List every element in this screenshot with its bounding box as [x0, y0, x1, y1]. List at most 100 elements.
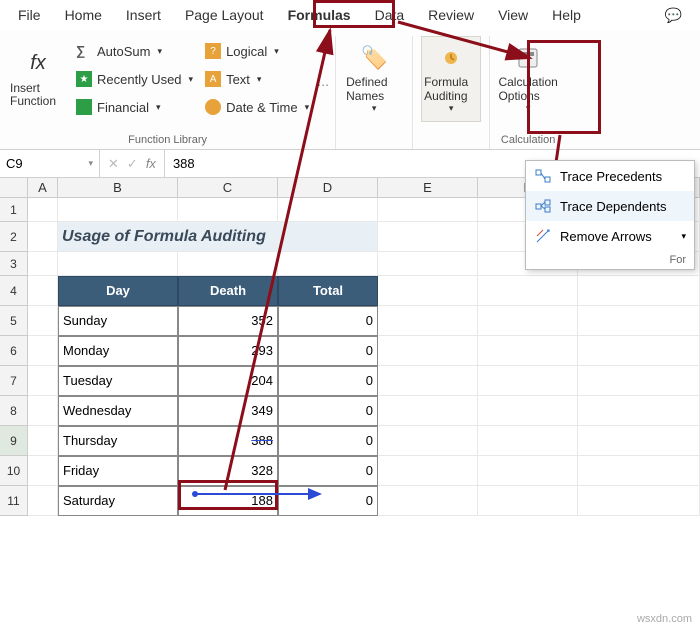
chevron-down-icon: ▾	[157, 46, 162, 57]
chevron-down-icon: ▾	[681, 231, 686, 242]
chevron-down-icon: ▾	[189, 74, 194, 85]
cell-c6[interactable]: 293	[178, 336, 278, 366]
text-icon: A	[205, 71, 221, 87]
group-label-calculation: Calculation	[501, 134, 555, 149]
cell-c9[interactable]: 388	[178, 426, 278, 456]
group-label-function-library: Function Library	[128, 134, 207, 149]
chevron-down-icon: ▾	[305, 102, 310, 113]
chevron-down-icon: ▾	[372, 103, 377, 114]
defined-names-button[interactable]: 🏷️ Defined Names ▾	[344, 36, 404, 122]
select-all-corner[interactable]	[0, 178, 28, 197]
title-cell[interactable]: Usage of Formula Auditing	[58, 222, 378, 252]
logical-icon: ?	[205, 43, 221, 59]
cell-d11[interactable]: 0	[278, 486, 378, 516]
cell-c8[interactable]: 349	[178, 396, 278, 426]
cell-b8[interactable]: Wednesday	[58, 396, 178, 426]
col-header-d[interactable]: D	[278, 178, 378, 197]
row-header-1[interactable]: 1	[0, 198, 28, 222]
formula-auditing-button[interactable]: Formula Auditing ▾	[421, 36, 481, 122]
tab-insert[interactable]: Insert	[114, 2, 173, 28]
row-header-2[interactable]: 2	[0, 222, 28, 252]
col-header-c[interactable]: C	[178, 178, 278, 197]
cell-d5[interactable]: 0	[278, 306, 378, 336]
row-header-9[interactable]: 9	[0, 426, 28, 456]
tab-home[interactable]: Home	[53, 2, 114, 28]
trace-dependents-item[interactable]: Trace Dependents	[526, 191, 694, 221]
row-header-10[interactable]: 10	[0, 456, 28, 486]
cell-c11[interactable]: 188	[178, 486, 278, 516]
header-total[interactable]: Total	[278, 276, 378, 306]
cell-b9[interactable]: Thursday	[58, 426, 178, 456]
col-header-e[interactable]: E	[378, 178, 478, 197]
trace-precedents-item[interactable]: Trace Precedents	[526, 161, 694, 191]
financial-icon	[76, 99, 92, 115]
financial-button[interactable]: Financial▾	[72, 94, 197, 120]
chevron-down-icon: ▾	[526, 103, 531, 114]
row-header-5[interactable]: 5	[0, 306, 28, 336]
row-header-7[interactable]: 7	[0, 366, 28, 396]
comments-icon[interactable]: 💬	[653, 2, 694, 29]
calc-icon	[514, 44, 542, 72]
auditing-icon	[437, 44, 465, 72]
cell-b6[interactable]: Monday	[58, 336, 178, 366]
cell-b11[interactable]: Saturday	[58, 486, 178, 516]
dependents-icon	[534, 197, 552, 215]
cell-c7[interactable]: 204	[178, 366, 278, 396]
more-icon[interactable]: ⋯	[317, 78, 327, 92]
chevron-down-icon: ▾	[257, 74, 262, 85]
tab-view[interactable]: View	[486, 2, 540, 28]
chevron-down-icon: ▾	[449, 103, 454, 114]
tab-review[interactable]: Review	[416, 2, 486, 28]
cell-d7[interactable]: 0	[278, 366, 378, 396]
tab-formulas[interactable]: Formulas	[276, 2, 363, 28]
chevron-down-icon: ▾	[274, 46, 279, 57]
chevron-down-icon: ▾	[156, 102, 161, 113]
clock-icon	[205, 99, 221, 115]
cell-b7[interactable]: Tuesday	[58, 366, 178, 396]
text-button[interactable]: A Text▾	[201, 66, 313, 92]
col-header-a[interactable]: A	[28, 178, 58, 197]
autosum-button[interactable]: ∑ AutoSum▾	[72, 38, 197, 64]
fx-icon: fx	[24, 50, 52, 78]
row-header-3[interactable]: 3	[0, 252, 28, 276]
star-icon: ★	[76, 71, 92, 87]
cell-b5[interactable]: Sunday	[58, 306, 178, 336]
precedents-icon	[534, 167, 552, 185]
cell-c10[interactable]: 328	[178, 456, 278, 486]
row-header-8[interactable]: 8	[0, 396, 28, 426]
calculation-options-button[interactable]: Calculation Options ▾	[498, 36, 558, 122]
date-time-button[interactable]: Date & Time▾	[201, 94, 313, 120]
cancel-icon[interactable]: ✕	[108, 156, 119, 172]
insert-function-button[interactable]: fx Insert Function	[8, 36, 68, 122]
row-header-11[interactable]: 11	[0, 486, 28, 516]
chevron-down-icon: ▾	[88, 158, 93, 169]
cell-d10[interactable]: 0	[278, 456, 378, 486]
enter-icon[interactable]: ✓	[127, 156, 138, 172]
logical-button[interactable]: ? Logical▾	[201, 38, 313, 64]
recently-used-button[interactable]: ★ Recently Used▾	[72, 66, 197, 92]
name-box[interactable]: C9 ▾	[0, 150, 100, 177]
cell-d9[interactable]: 0	[278, 426, 378, 456]
sigma-icon: ∑	[76, 43, 92, 59]
cell-c5[interactable]: 352	[178, 306, 278, 336]
cell-d8[interactable]: 0	[278, 396, 378, 426]
tab-help[interactable]: Help	[540, 2, 593, 28]
row-header-6[interactable]: 6	[0, 336, 28, 366]
remove-arrows-icon	[534, 227, 552, 245]
cell-b10[interactable]: Friday	[58, 456, 178, 486]
header-day[interactable]: Day	[58, 276, 178, 306]
fx-icon[interactable]: fx	[146, 156, 156, 171]
formula-auditing-menu: Trace Precedents Trace Dependents Remove…	[525, 160, 695, 270]
header-death[interactable]: Death	[178, 276, 278, 306]
tab-page-layout[interactable]: Page Layout	[173, 2, 276, 28]
remove-arrows-item[interactable]: Remove Arrows ▾	[526, 221, 694, 251]
row-header-4[interactable]: 4	[0, 276, 28, 306]
col-header-b[interactable]: B	[58, 178, 178, 197]
tab-file[interactable]: File	[6, 2, 53, 28]
dropdown-footer: For	[526, 251, 694, 269]
tab-data[interactable]: Data	[363, 2, 417, 28]
watermark: wsxdn.com	[637, 613, 692, 625]
cell-d6[interactable]: 0	[278, 336, 378, 366]
tag-icon: 🏷️	[360, 44, 388, 72]
ribbon: fx Insert Function ∑ AutoSum▾ ★ Recently…	[0, 30, 700, 150]
